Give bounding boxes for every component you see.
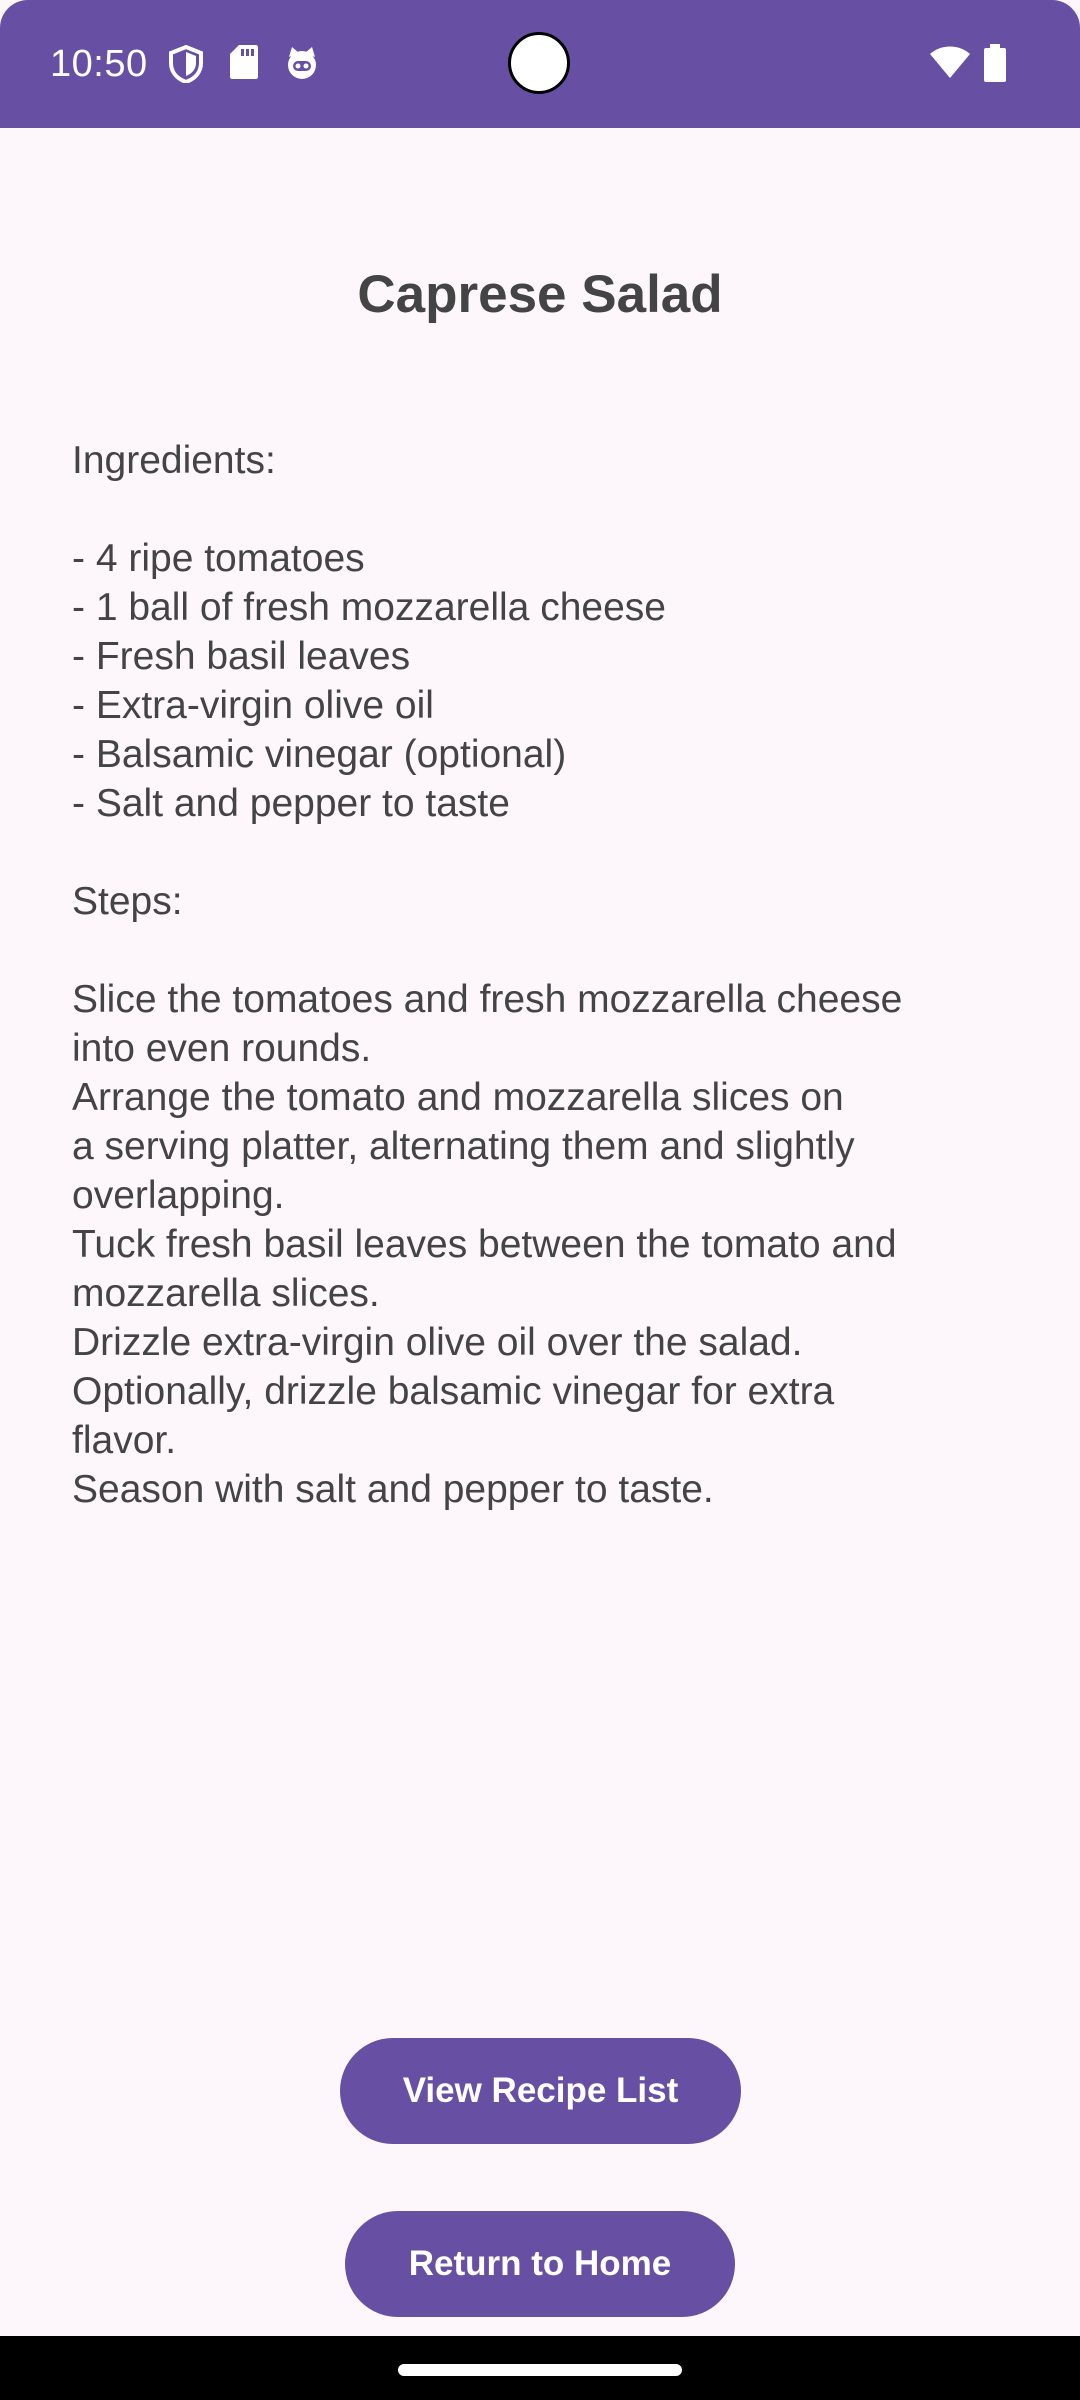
return-to-home-button[interactable]: Return to Home (345, 2211, 735, 2317)
ingredients-heading: Ingredients: (72, 439, 276, 482)
steps-heading: Steps: (72, 880, 183, 923)
ingredient-item: - 4 ripe tomatoes (72, 537, 365, 580)
step-line: Drizzle extra-virgin olive oil over the … (72, 1321, 803, 1364)
recipe-detail-screen: Caprese Salad Ingredients: - 4 ripe toma… (0, 128, 1080, 2336)
ingredient-item: - Extra-virgin olive oil (72, 684, 434, 727)
step-line: Tuck fresh basil leaves between the toma… (72, 1223, 897, 1266)
step-line: a serving platter, alternating them and … (72, 1125, 855, 1168)
step-line: Season with salt and pepper to taste. (72, 1468, 714, 1511)
cat-face-icon (288, 47, 316, 79)
step-line: mozzarella slices. (72, 1272, 380, 1315)
ingredient-item: - Balsamic vinegar (optional) (72, 733, 567, 776)
sd-card-icon (230, 45, 258, 79)
wifi-icon (930, 46, 970, 78)
recipe-title: Caprese Salad (357, 265, 723, 324)
camera-cutout (508, 32, 570, 94)
status-bar: 10:50 (0, 0, 1080, 128)
battery-icon (984, 44, 1006, 82)
recipe-text: Ingredients: - 4 ripe tomatoes - 1 ball … (72, 436, 1032, 1514)
home-gesture-handle[interactable] (398, 2364, 682, 2376)
status-time: 10:50 (50, 43, 148, 85)
view-recipe-list-button[interactable]: View Recipe List (340, 2038, 741, 2144)
step-line: flavor. (72, 1419, 177, 1462)
step-line: Optionally, drizzle balsamic vinegar for… (72, 1370, 835, 1413)
step-line: Arrange the tomato and mozzarella slices… (72, 1076, 844, 1119)
step-line: Slice the tomatoes and fresh mozzarella … (72, 978, 903, 1021)
ingredient-item: - 1 ball of fresh mozzarella cheese (72, 586, 666, 629)
step-line: overlapping. (72, 1174, 285, 1217)
ingredient-item: - Fresh basil leaves (72, 635, 411, 678)
step-line: into even rounds. (72, 1027, 372, 1070)
shield-icon (169, 45, 203, 83)
ingredient-item: - Salt and pepper to taste (72, 782, 510, 825)
